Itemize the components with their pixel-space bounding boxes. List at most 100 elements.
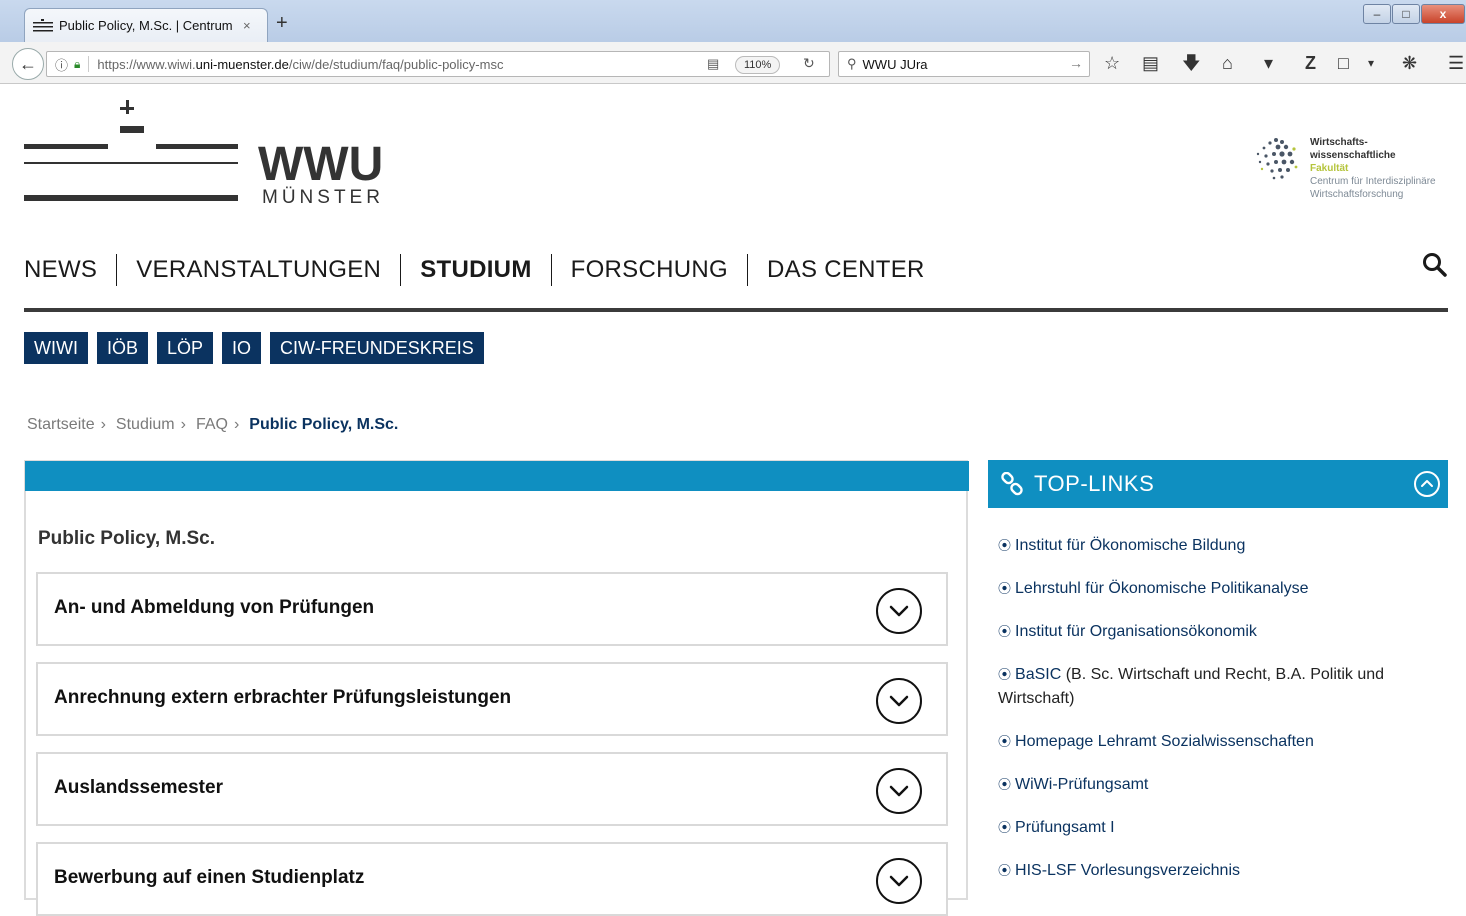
tab-favicon-icon [33, 18, 53, 31]
search-go-icon[interactable]: → [1069, 55, 1083, 71]
nav-item-forschung[interactable]: FORSCHUNG [550, 254, 747, 286]
url-text: https://www.wiwi.uni-muenster.de/ciw/de/… [97, 56, 504, 72]
nav-item-news[interactable]: NEWS [24, 254, 116, 286]
bullet-icon: ⦿ [998, 538, 1012, 553]
list-item: ⦿ HIS-LSF Vorlesungsverzeichnis [998, 859, 1438, 883]
main-navigation: NEWS VERANSTALTUNGEN STUDIUM FORSCHUNG D… [24, 252, 944, 288]
accordion-label: An- und Abmeldung von Prüfungen [54, 597, 375, 618]
breadcrumb-studium[interactable]: Studium [116, 416, 175, 434]
chevron-down-icon[interactable] [876, 858, 922, 904]
bullet-icon: ⦿ [998, 581, 1012, 596]
bullet-icon: ⦿ [998, 863, 1012, 878]
subnav-ciw-freundeskreis[interactable]: CIW-FREUNDESKREIS [270, 332, 484, 364]
breadcrumb-startseite[interactable]: Startseite [27, 416, 95, 434]
bookmark-star-icon[interactable]: ☆ [1104, 52, 1120, 74]
faculty-line-2: wissenschaftliche [1310, 150, 1396, 161]
bullet-icon: ⦿ [998, 777, 1012, 792]
breadcrumb-separator: › [100, 416, 106, 433]
zotero-icon[interactable]: Z [1305, 52, 1316, 74]
top-link[interactable]: WiWi-Prüfungsamt [1015, 776, 1148, 793]
faculty-line-3: Fakultät [1310, 163, 1349, 174]
accordion-item[interactable]: Bewerbung auf einen Studienplatz [36, 842, 948, 916]
search-input[interactable]: ⚲ WWU JUra → [838, 51, 1090, 77]
logo-wwu-text: WWU [258, 138, 383, 191]
top-links-header[interactable]: TOP-LINKS [988, 460, 1448, 508]
reader-view-icon[interactable]: ▤ [707, 56, 719, 72]
bullet-icon: ⦿ [998, 624, 1012, 639]
bullet-icon: ⦿ [998, 820, 1012, 835]
breadcrumb-faq[interactable]: FAQ [196, 416, 228, 434]
home-icon[interactable]: ⌂ [1222, 52, 1233, 74]
accordion-label: Anrechnung extern erbrachter Prüfungslei… [54, 687, 512, 708]
list-item: ⦿ Lehrstuhl für Ökonomische Politikanalys… [998, 577, 1438, 601]
faculty-line-4: Centrum für Interdisziplinäre [1310, 176, 1436, 187]
pocket-icon[interactable]: ▾ [1264, 52, 1273, 74]
subnav-wiwi[interactable]: WIWI [24, 332, 88, 364]
nav-divider [24, 308, 1448, 312]
site-search-icon[interactable] [1422, 252, 1448, 278]
maximize-button[interactable]: □ [1392, 4, 1420, 24]
new-tab-button[interactable]: + [276, 12, 288, 34]
back-button[interactable]: ← [12, 48, 44, 80]
subnav-ioeb[interactable]: IÖB [96, 332, 148, 364]
minimize-button[interactable]: – [1363, 4, 1391, 24]
page-icon[interactable]: □ [1338, 52, 1349, 74]
breadcrumb-separator: › [233, 416, 240, 433]
accordion-item[interactable]: An- und Abmeldung von Prüfungen [36, 572, 948, 646]
wwu-logo[interactable]: WWU MÜNSTER [24, 100, 384, 210]
chevron-up-icon[interactable] [1414, 471, 1440, 497]
accordion-label: Auslandssemester [54, 777, 223, 798]
downloads-icon[interactable]: 🡇 [1182, 52, 1201, 74]
faculty-line-5: Wirtschaftsforschung [1310, 189, 1404, 200]
top-link[interactable]: Institut für Ökonomische Bildung [1015, 537, 1245, 554]
chevron-down-icon[interactable] [876, 678, 922, 724]
list-item: ⦿ Homepage Lehramt Sozialwissenschaften [998, 730, 1438, 754]
dropdown-arrow-icon[interactable]: ▾ [1368, 52, 1374, 74]
chevron-down-icon[interactable] [876, 588, 922, 634]
close-window-button[interactable]: x [1421, 4, 1465, 24]
top-link[interactable]: Homepage Lehramt Sozialwissenschaften [1015, 733, 1314, 750]
top-links-list: ⦿ Institut für Ökonomische Bildung ⦿ Lehrs… [998, 534, 1438, 902]
faculty-logo[interactable]: Wirtschafts- wissenschaftliche Fakultät … [1248, 134, 1448, 212]
top-link[interactable]: Institut für Organisationsökonomik [1015, 623, 1257, 640]
faculty-line-1: Wirtschafts- [1310, 137, 1368, 148]
accordion-item[interactable]: Anrechnung extern erbrachter Prüfungslei… [36, 662, 948, 736]
nav-item-veranstaltungen[interactable]: VERANSTALTUNGEN [116, 254, 400, 286]
list-item: ⦿ WiWi-Prüfungsamt [998, 773, 1438, 797]
list-item: ⦿ BaSIC (B. Sc. Wirtschaft und Recht, B.A… [998, 663, 1438, 711]
faq-panel: Public Policy, M.Sc. An- und Abmeldung v… [24, 460, 969, 916]
nav-item-das-center[interactable]: DAS CENTER [747, 254, 944, 286]
top-links-title: TOP-LINKS [1034, 471, 1155, 496]
sub-navigation: WIWI IÖB LÖP IO CIW-FREUNDESKREIS [24, 332, 484, 364]
search-icon: ⚲ [847, 56, 857, 71]
link-icon [1001, 472, 1023, 496]
list-item: ⦿ Institut für Ökonomische Bildung [998, 534, 1438, 558]
subnav-loep[interactable]: LÖP [157, 332, 214, 364]
info-icon[interactable]: ⓘ [55, 55, 68, 74]
page-title: Public Policy, M.Sc. [38, 528, 216, 549]
bookmarks-menu-icon[interactable]: ▤ [1142, 52, 1159, 74]
chevron-down-icon[interactable] [876, 768, 922, 814]
search-value: WWU JUra [862, 56, 928, 72]
extension-icon[interactable]: ❋ [1402, 52, 1417, 74]
top-link[interactable]: Lehrstuhl für Ökonomische Politikanalyse [1015, 580, 1308, 597]
bullet-icon: ⦿ [998, 667, 1012, 682]
accordion-item[interactable]: Auslandssemester [36, 752, 948, 826]
breadcrumb-current: Public Policy, M.Sc. [249, 416, 399, 433]
tab-close-icon[interactable]: × [243, 18, 251, 33]
tab-title: Public Policy, M.Sc. | Centrum [59, 18, 233, 33]
url-bar[interactable]: ⓘ 🔒︎ https://www.wiwi.uni-muenster.de/ci… [46, 51, 830, 77]
faq-panel-topbar [25, 461, 969, 491]
breadcrumb: Startseite › Studium › FAQ › Public Policy,… [27, 416, 398, 434]
top-link[interactable]: HIS-LSF Vorlesungsverzeichnis [1015, 862, 1240, 879]
hamburger-menu-icon[interactable]: ☰ [1448, 52, 1464, 74]
zoom-level-badge[interactable]: 110% [735, 56, 781, 74]
list-item: ⦿ Institut für Organisationsökonomik [998, 620, 1438, 644]
subnav-io[interactable]: IO [222, 332, 262, 364]
lock-icon: 🔒︎ [74, 56, 81, 71]
browser-tab[interactable]: Public Policy, M.Sc. | Centrum × [24, 8, 268, 42]
top-link[interactable]: BaSIC [1015, 666, 1061, 683]
reload-icon[interactable]: ↻ [803, 55, 815, 72]
top-link[interactable]: Prüfungsamt I [1015, 819, 1115, 836]
nav-item-studium[interactable]: STUDIUM [400, 254, 550, 286]
